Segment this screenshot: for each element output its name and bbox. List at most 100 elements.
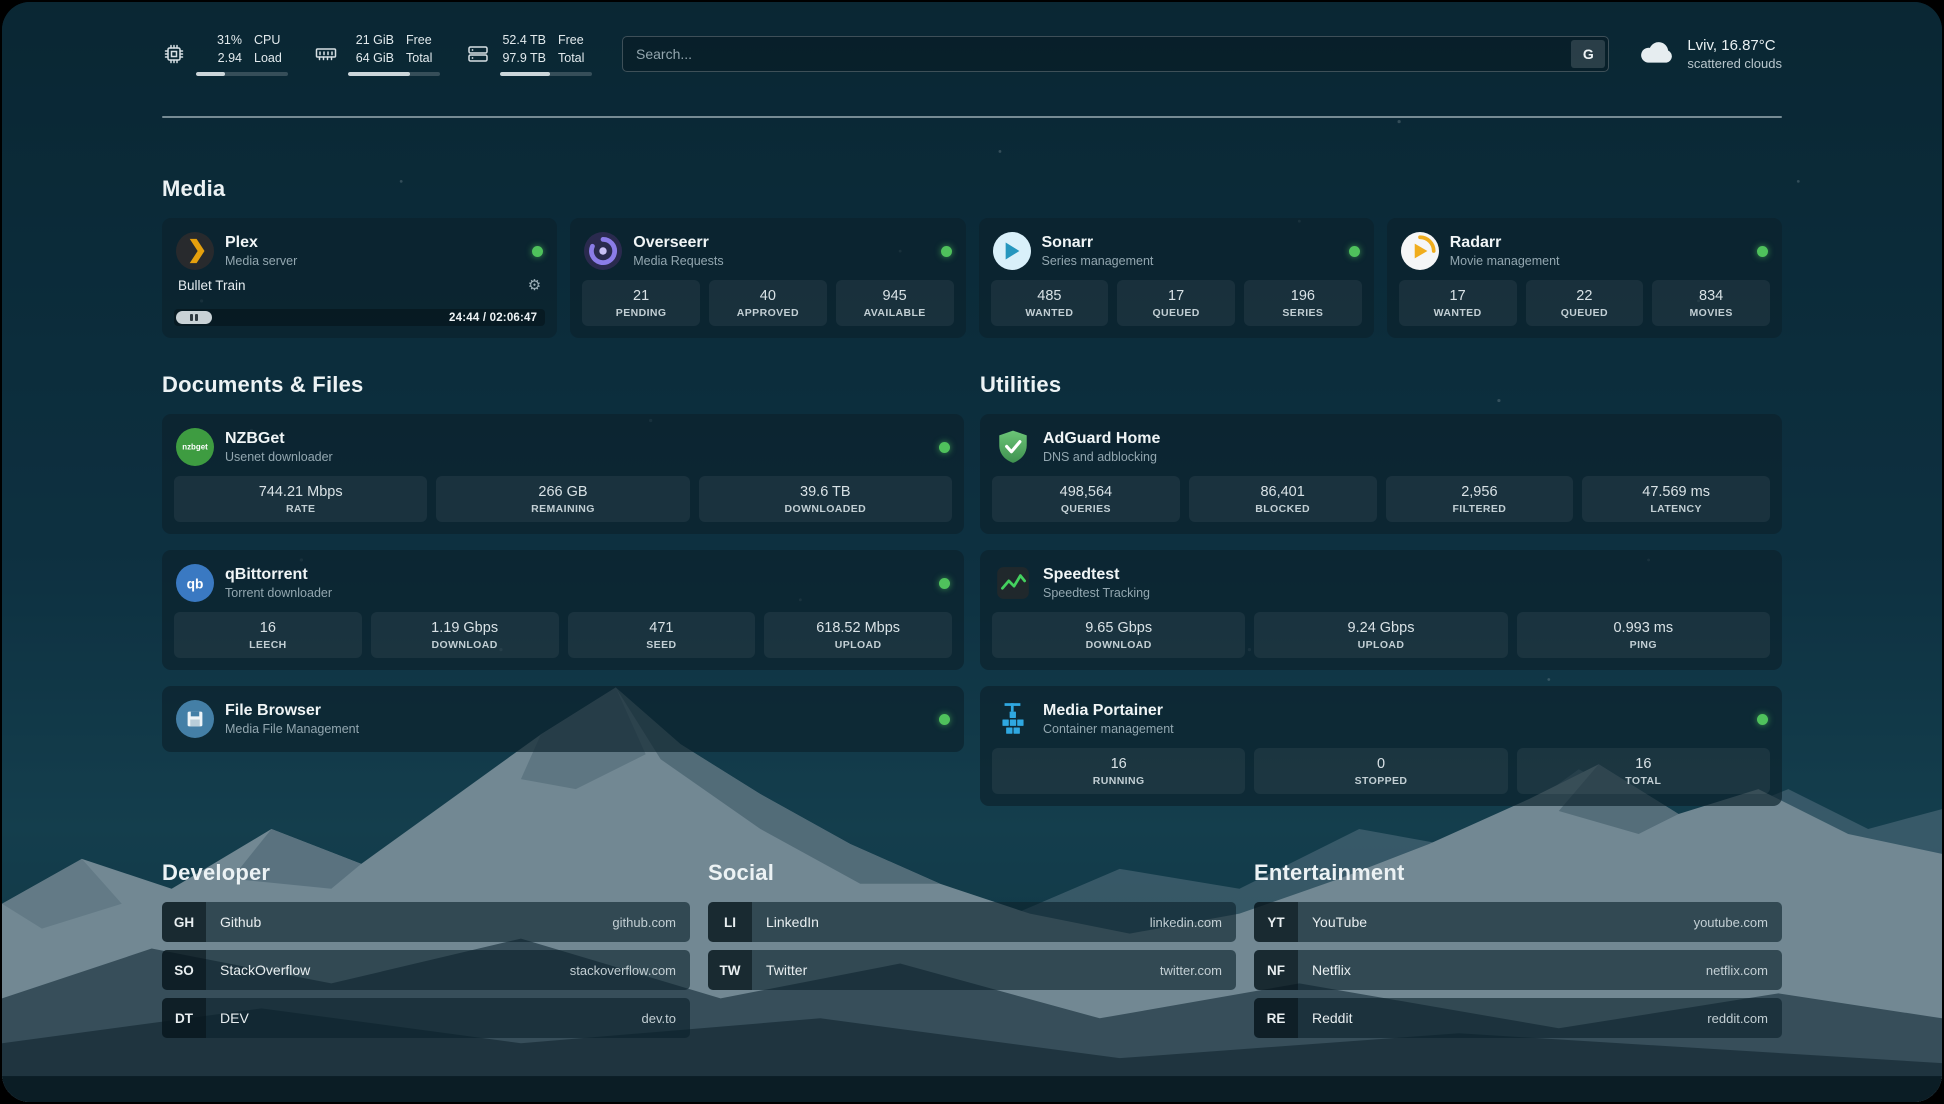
stat-queries: 498,564QUERIES xyxy=(992,476,1180,522)
cpu-percent: 31% xyxy=(217,32,242,50)
speedtest-icon xyxy=(994,564,1032,602)
qbittorrent-card[interactable]: qb qBittorrent Torrent downloader 16LEEC… xyxy=(162,550,964,670)
stat-wanted: 17WANTED xyxy=(1399,280,1517,326)
documents-section: Documents & Files nzbget NZBGet Usenet d… xyxy=(162,372,964,806)
app-subtitle: Media server xyxy=(225,254,297,268)
status-dot-online xyxy=(1757,714,1768,725)
search-bar: G xyxy=(622,36,1609,72)
stat-queued: 22QUEUED xyxy=(1526,280,1644,326)
stat-stopped: 0STOPPED xyxy=(1254,748,1507,794)
app-subtitle: Movie management xyxy=(1450,254,1560,268)
section-title-entertainment: Entertainment xyxy=(1254,860,1782,886)
system-stats: 31% 2.94 CPU Load xyxy=(162,32,592,76)
radarr-card[interactable]: Radarr Movie management 17WANTED 22QUEUE… xyxy=(1387,218,1782,338)
bookmark-linkedin[interactable]: LI LinkedIn linkedin.com xyxy=(708,902,1236,942)
playback-time: 24:44 / 02:06:47 xyxy=(449,312,543,324)
cpu-load: 2.94 xyxy=(218,50,242,68)
stat-leech: 16LEECH xyxy=(174,612,362,658)
stat-available: 945AVAILABLE xyxy=(836,280,954,326)
weather-condition: scattered clouds xyxy=(1687,56,1782,71)
bookmark-dev[interactable]: DT DEV dev.to xyxy=(162,998,690,1038)
settings-gear-icon[interactable]: ⚙ xyxy=(528,278,541,293)
stat-movies: 834MOVIES xyxy=(1652,280,1770,326)
portainer-card[interactable]: Media Portainer Container management 16R… xyxy=(980,686,1782,806)
adguard-card[interactable]: AdGuard Home DNS and adblocking 498,564Q… xyxy=(980,414,1782,534)
app-subtitle: Series management xyxy=(1042,254,1154,268)
ram-widget: 21 GiB 64 GiB Free Total xyxy=(314,32,440,76)
stat-latency: 47.569 msLATENCY xyxy=(1582,476,1770,522)
app-name: Speedtest xyxy=(1043,566,1150,584)
pause-icon[interactable] xyxy=(176,311,212,324)
status-dot-online xyxy=(939,442,950,453)
radarr-icon xyxy=(1401,232,1439,270)
stat-filtered: 2,956FILTERED xyxy=(1386,476,1574,522)
github-icon: GH xyxy=(162,902,206,942)
youtube-icon: YT xyxy=(1254,902,1298,942)
stat-series: 196SERIES xyxy=(1244,280,1362,326)
stat-approved: 40APPROVED xyxy=(709,280,827,326)
nzbget-card[interactable]: nzbget NZBGet Usenet downloader 744.21 M… xyxy=(162,414,964,534)
bookmark-netflix[interactable]: NF Netflix netflix.com xyxy=(1254,950,1782,990)
linkedin-icon: LI xyxy=(708,902,752,942)
media-section: Plex Media server Bullet Train ⚙ 24:44 /… xyxy=(162,218,1782,338)
app-name: Sonarr xyxy=(1042,234,1154,252)
ram-label-1: Free xyxy=(406,32,432,50)
playback-progress-bar[interactable]: 24:44 / 02:06:47 xyxy=(174,309,545,326)
stat-blocked: 86,401BLOCKED xyxy=(1189,476,1377,522)
bookmark-github[interactable]: GH Github github.com xyxy=(162,902,690,942)
disk-icon xyxy=(466,42,490,66)
disk-widget: 52.4 TB 97.9 TB Free Total xyxy=(466,32,592,76)
reddit-icon: RE xyxy=(1254,998,1298,1038)
cpu-label-2: Load xyxy=(254,50,282,68)
header-divider xyxy=(162,116,1782,118)
disk-progress-bar xyxy=(500,72,592,76)
stat-total: 16TOTAL xyxy=(1517,748,1770,794)
bookmark-twitter[interactable]: TW Twitter twitter.com xyxy=(708,950,1236,990)
status-dot-online xyxy=(532,246,543,257)
status-dot-online xyxy=(1349,246,1360,257)
filebrowser-card[interactable]: File Browser Media File Management xyxy=(162,686,964,752)
app-name: AdGuard Home xyxy=(1043,430,1160,448)
speedtest-card[interactable]: Speedtest Speedtest Tracking 9.65 GbpsDO… xyxy=(980,550,1782,670)
stat-download: 9.65 GbpsDOWNLOAD xyxy=(992,612,1245,658)
stat-upload: 9.24 GbpsUPLOAD xyxy=(1254,612,1507,658)
section-title-documents: Documents & Files xyxy=(162,372,964,398)
bookmark-stackoverflow[interactable]: SO StackOverflow stackoverflow.com xyxy=(162,950,690,990)
app-name: qBittorrent xyxy=(225,566,332,584)
status-dot-online xyxy=(1757,246,1768,257)
overseerr-icon xyxy=(584,232,622,270)
bookmark-reddit[interactable]: RE Reddit reddit.com xyxy=(1254,998,1782,1038)
app-subtitle: Speedtest Tracking xyxy=(1043,586,1150,600)
disk-label-1: Free xyxy=(558,32,584,50)
svg-text:nzbget: nzbget xyxy=(182,443,208,452)
app-subtitle: DNS and adblocking xyxy=(1043,450,1160,464)
section-title-social: Social xyxy=(708,860,1236,886)
bookmark-youtube[interactable]: YT YouTube youtube.com xyxy=(1254,902,1782,942)
stat-queued: 17QUEUED xyxy=(1117,280,1235,326)
cpu-widget: 31% 2.94 CPU Load xyxy=(162,32,288,76)
netflix-icon: NF xyxy=(1254,950,1298,990)
status-dot-online xyxy=(939,714,950,725)
stackoverflow-icon: SO xyxy=(162,950,206,990)
overseerr-card[interactable]: Overseerr Media Requests 21PENDING 40APP… xyxy=(570,218,965,338)
disk-total: 97.9 TB xyxy=(502,50,546,68)
cloud-icon xyxy=(1639,39,1675,70)
app-name: Plex xyxy=(225,234,297,252)
stat-downloaded: 39.6 TBDOWNLOADED xyxy=(699,476,952,522)
stat-rate: 744.21 MbpsRATE xyxy=(174,476,427,522)
ram-icon xyxy=(314,42,338,66)
adguard-icon xyxy=(994,428,1032,466)
sonarr-card[interactable]: Sonarr Series management 485WANTED 17QUE… xyxy=(979,218,1374,338)
section-title-media: Media xyxy=(162,176,1782,202)
stat-upload: 618.52 MbpsUPLOAD xyxy=(764,612,952,658)
search-engine-button[interactable]: G xyxy=(1571,40,1605,68)
top-bar: 31% 2.94 CPU Load xyxy=(162,2,1782,76)
twitter-icon: TW xyxy=(708,950,752,990)
stat-ping: 0.993 msPING xyxy=(1517,612,1770,658)
app-subtitle: Media Requests xyxy=(633,254,723,268)
plex-card[interactable]: Plex Media server Bullet Train ⚙ 24:44 /… xyxy=(162,218,557,338)
ram-label-2: Total xyxy=(406,50,432,68)
search-input[interactable] xyxy=(626,46,1571,62)
stat-wanted: 485WANTED xyxy=(991,280,1109,326)
status-dot-online xyxy=(939,578,950,589)
